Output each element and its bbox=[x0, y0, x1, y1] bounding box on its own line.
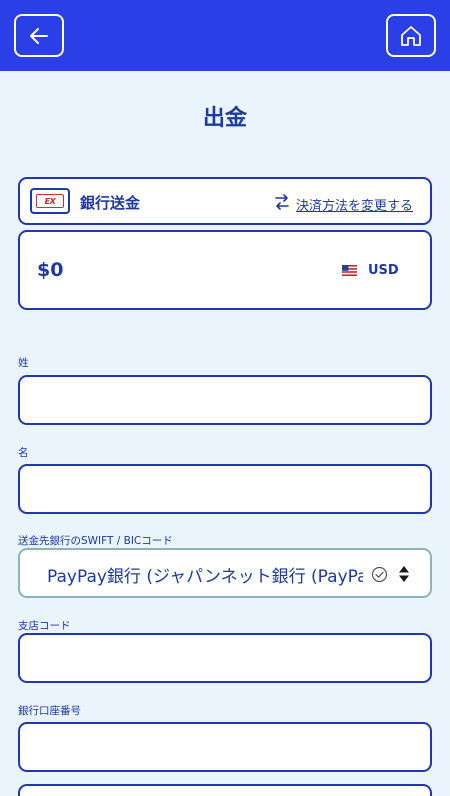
home-icon bbox=[401, 25, 421, 46]
home-button[interactable] bbox=[386, 14, 436, 57]
bank-transfer-logo: EX bbox=[30, 188, 70, 214]
branch-code-input[interactable] bbox=[18, 633, 432, 683]
us-flag-icon bbox=[342, 265, 357, 276]
check-circle-icon bbox=[371, 566, 388, 583]
payment-method-selector[interactable]: EX 銀行送金 決済方法を変更する bbox=[18, 177, 432, 225]
currency-code: USD bbox=[368, 263, 399, 278]
swift-label: 送金先銀行のSWIFT / BICコード bbox=[18, 535, 173, 547]
up-down-arrow-icon bbox=[399, 566, 409, 582]
amount-input[interactable]: $0 USD bbox=[18, 230, 432, 310]
account-number-label: 銀行口座番号 bbox=[18, 705, 81, 717]
branch-code-label: 支店コード bbox=[18, 620, 71, 632]
first-name-input[interactable] bbox=[18, 464, 432, 514]
swift-bank-select[interactable]: PayPay銀行 (ジャパンネット銀行 (PayPay bbox=[18, 548, 432, 598]
last-name-input[interactable] bbox=[18, 375, 432, 425]
top-bar bbox=[0, 0, 450, 71]
payment-method-name: 銀行送金 bbox=[80, 194, 141, 212]
first-name-label: 名 bbox=[18, 447, 29, 459]
account-number-input[interactable] bbox=[18, 722, 432, 772]
back-button[interactable] bbox=[14, 14, 64, 57]
change-payment-method-link[interactable]: 決済方法を変更する bbox=[296, 195, 413, 214]
page-title: 出金 bbox=[202, 106, 247, 131]
bank-logo-mark: EX bbox=[36, 194, 64, 208]
arrow-left-icon bbox=[30, 27, 48, 44]
amount-value: $0 bbox=[37, 259, 64, 281]
swift-selected-value: PayPay銀行 (ジャパンネット銀行 (PayPay bbox=[47, 567, 363, 587]
last-name-label: 姓 bbox=[18, 357, 29, 369]
swap-icon bbox=[275, 194, 289, 210]
next-field-input[interactable] bbox=[18, 784, 432, 796]
